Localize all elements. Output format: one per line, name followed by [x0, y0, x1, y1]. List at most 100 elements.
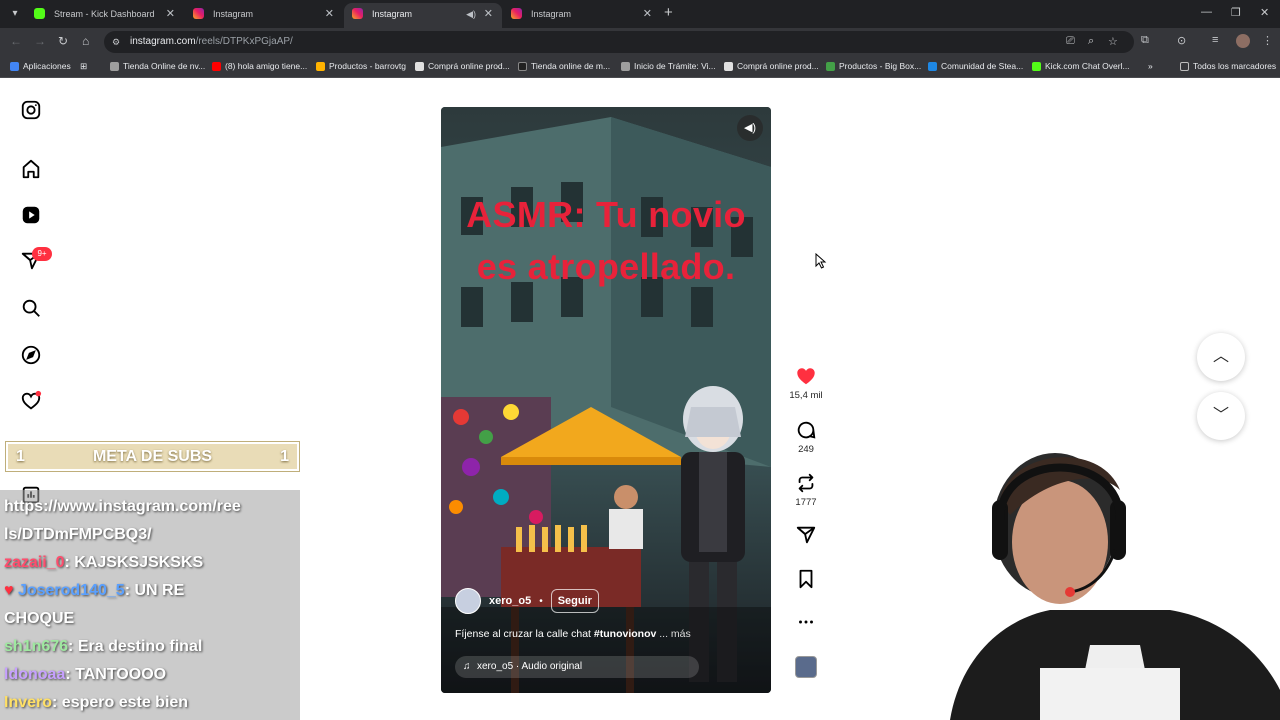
reels-icon[interactable] [20, 204, 42, 226]
bookmark-item[interactable]: Kick.com Chat Overl... [1032, 56, 1130, 77]
save-action[interactable] [786, 568, 826, 590]
site-info-icon[interactable]: ⚙ [112, 36, 124, 48]
comment-icon[interactable] [795, 419, 817, 441]
reel-overlay-title: ASMR: Tu novio es atropellado. [441, 189, 771, 293]
profile-avatar[interactable] [1236, 34, 1250, 48]
tab-title: Instagram [213, 9, 254, 19]
address-bar[interactable]: ⚙ instagram.com/reels/DTPKxPGjaAP/ ⎚ ⌕ ☆ [104, 31, 1134, 53]
bookmark-item[interactable]: Productos - barrovtg [316, 56, 406, 77]
speaker-icon[interactable]: ◀) [466, 3, 476, 25]
bookmark-item[interactable]: Productos - Big Box... [826, 56, 921, 77]
kick-icon [34, 8, 45, 19]
steam-icon [928, 62, 937, 71]
like-action[interactable]: 15,4 mil [786, 365, 826, 401]
share-icon[interactable] [795, 524, 817, 546]
install-app-icon[interactable]: ⎚ [1066, 35, 1075, 48]
bookmark-icon[interactable] [795, 568, 817, 590]
bookmark-item[interactable]: Comprá online prod... [724, 56, 819, 77]
explore-icon[interactable] [20, 344, 42, 366]
zoom-icon[interactable]: ⌕ [1088, 35, 1094, 48]
close-icon[interactable]: ✕ [484, 3, 493, 25]
browser-toolbar: ← → ↻ ⌂ ⚙ instagram.com/reels/DTPKxPGjaA… [0, 28, 1280, 56]
reload-icon[interactable]: ↻ [58, 34, 68, 48]
author-avatar[interactable] [455, 588, 481, 614]
more-dots-icon[interactable] [795, 611, 817, 633]
separator-dot: • [539, 595, 543, 607]
forward-icon[interactable]: → [34, 34, 46, 48]
repost-action[interactable]: 1777 [786, 472, 826, 508]
tab-title: Instagram [531, 9, 572, 19]
repost-icon[interactable] [795, 472, 817, 494]
more-bookmarks-icon[interactable]: » [1148, 56, 1153, 77]
subs-target: 1 [280, 448, 289, 465]
media-controls-icon[interactable]: ≡ [1212, 34, 1218, 46]
audio-thumbnail[interactable] [795, 656, 817, 678]
notifications-heart-icon[interactable] [20, 390, 42, 412]
extensions-icon[interactable]: ⧉ [1141, 34, 1149, 47]
heart-badge-icon: ♥ [4, 582, 14, 599]
chat-message: sh1n676: Era destino final [4, 638, 203, 655]
reel-title-line-1: ASMR: Tu novio [466, 194, 746, 235]
bookmark-favicon [826, 62, 835, 71]
tab-instagram-1[interactable]: Instagram ✕ [185, 3, 343, 28]
more-options-action[interactable] [786, 611, 826, 633]
volume-icon[interactable]: ◀) [737, 115, 763, 141]
profile-switch-icon[interactable]: ⊙ [1177, 34, 1186, 47]
chat-message: ls/DTDmFMPCBQ3/ [4, 526, 152, 543]
back-icon[interactable]: ← [10, 34, 22, 48]
author-username[interactable]: xero_o5 [489, 595, 531, 607]
menu-kebab-icon[interactable]: ⋮ [1262, 34, 1273, 47]
reel-video[interactable]: ASMR: Tu novio es atropellado. ◀) xero_o… [441, 107, 771, 693]
tab-search-icon[interactable]: ▾ [6, 5, 24, 23]
tab-instagram-3[interactable]: Instagram ✕ [503, 3, 661, 28]
bookmark-star-icon[interactable]: ☆ [1108, 35, 1118, 48]
reel-caption: Fíjense al cruzar la calle chat #tunovio… [455, 628, 691, 640]
close-icon[interactable]: ✕ [643, 3, 652, 25]
chat-message: https://www.instagram.com/ree [4, 498, 241, 515]
tab-instagram-active[interactable]: Instagram ◀) ✕ [344, 3, 502, 28]
bookmark-folder[interactable]: Todos los marcadores [1180, 56, 1276, 77]
bookmark-item[interactable]: Aplicaciones [10, 56, 71, 77]
notification-badge: 9+ [32, 247, 52, 261]
caption-hashtag[interactable]: #tunovionov [594, 628, 656, 640]
caption-more-link[interactable]: ... más [659, 628, 691, 640]
likes-count: 15,4 mil [789, 390, 823, 401]
bookmark-favicon [415, 62, 424, 71]
bookmark-item[interactable]: Tienda online de m... [518, 56, 610, 77]
chat-message: ♥ Joserod140_5: UN RE [4, 582, 185, 599]
chat-message: ldonoaa: TANTOOOO [4, 666, 167, 683]
bookmark-favicon [518, 62, 527, 71]
bookmark-item[interactable]: Comunidad de Stea... [928, 56, 1023, 77]
new-tab-button[interactable]: + [664, 5, 673, 21]
bookmark-item[interactable]: Comprá online prod... [415, 56, 510, 77]
browser-tab-strip: ▾ Stream - Kick Dashboard ✕ Instagram ✕ … [0, 0, 1280, 28]
home-icon[interactable] [20, 158, 42, 180]
bookmark-item[interactable]: (8) hola amigo tiene... [212, 56, 307, 77]
bookmarks-bar: Aplicaciones ⊞ Tienda Online de nv... (8… [0, 56, 1280, 78]
close-icon[interactable]: ✕ [166, 3, 175, 25]
bookmark-favicon [110, 62, 119, 71]
bookmark-item[interactable]: Inicio de Trámite: Vi... [621, 56, 716, 77]
heart-filled-icon[interactable] [795, 365, 817, 387]
close-window-icon[interactable]: ✕ [1260, 6, 1269, 19]
follow-button[interactable]: Seguir [550, 589, 599, 613]
chat-message: zazaii_0: KAJSKSJSKSKS [4, 554, 204, 571]
subs-current: 1 [16, 448, 25, 465]
subs-goal-bar: META DE SUBS 1 1 [6, 442, 299, 471]
instagram-logo-icon[interactable] [20, 99, 42, 121]
reel-audio-link[interactable]: ♫ xero_o5 · Audio original [455, 656, 699, 678]
home-icon[interactable]: ⌂ [82, 34, 89, 48]
grid-icon[interactable]: ⊞ [80, 56, 87, 77]
url-text: instagram.com/reels/DTPKxPGjaAP/ [130, 36, 293, 47]
restore-icon[interactable]: ❐ [1231, 6, 1241, 19]
instagram-icon [511, 8, 522, 19]
search-icon[interactable] [20, 297, 42, 319]
minimize-icon[interactable]: — [1201, 6, 1212, 18]
chevron-up-icon[interactable]: ︿ [1197, 333, 1245, 381]
audio-label: xero_o5 · Audio original [477, 661, 583, 672]
bookmark-item[interactable]: Tienda Online de nv... [110, 56, 205, 77]
close-icon[interactable]: ✕ [325, 3, 334, 25]
tab-kick-dashboard[interactable]: Stream - Kick Dashboard ✕ [26, 3, 184, 28]
comment-action[interactable]: 249 [786, 419, 826, 455]
share-action[interactable] [786, 524, 826, 546]
